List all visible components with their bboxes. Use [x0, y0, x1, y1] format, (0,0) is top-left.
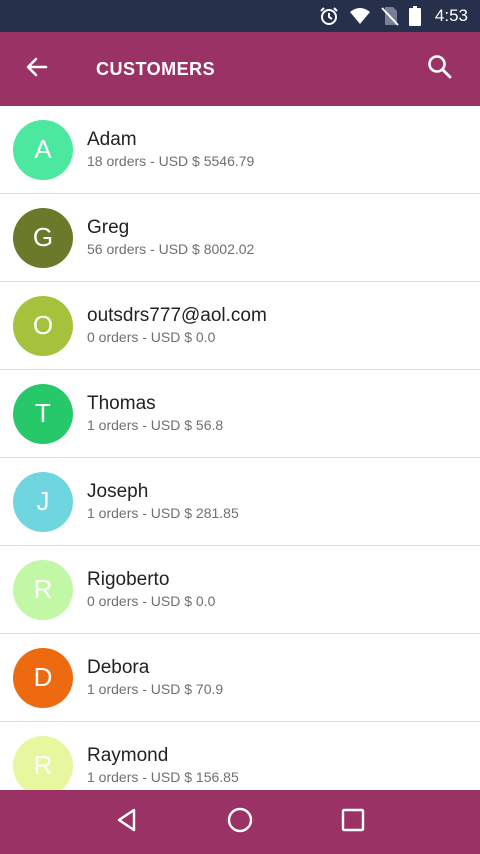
- nav-back-button[interactable]: [97, 792, 157, 852]
- avatar: A: [13, 119, 73, 180]
- customer-summary: 0 orders - USD $ 0.0: [87, 593, 216, 609]
- list-item[interactable]: T Thomas 1 orders - USD $ 56.8: [0, 370, 480, 458]
- customer-summary: 1 orders - USD $ 70.9: [87, 681, 224, 697]
- customer-name: Debora: [87, 657, 150, 678]
- customer-name: Rigoberto: [87, 569, 170, 590]
- avatar: G: [13, 207, 73, 268]
- avatar: D: [13, 647, 73, 708]
- customer-info: outsdrs777@aol.com 0 orders - USD $ 0.0: [87, 305, 267, 346]
- status-time: 4:53: [434, 6, 468, 25]
- back-triangle-icon: [114, 807, 140, 838]
- customer-list[interactable]: A Adam 18 orders - USD $ 5546.79 G Greg …: [0, 106, 480, 790]
- avatar: R: [13, 735, 73, 790]
- customer-summary: 1 orders - USD $ 156.85: [87, 769, 239, 785]
- customer-info: Adam 18 orders - USD $ 5546.79: [87, 129, 254, 170]
- recents-square-icon: [340, 807, 366, 838]
- no-sim-icon: [381, 6, 399, 26]
- list-item[interactable]: R Raymond 1 orders - USD $ 156.85: [0, 722, 480, 790]
- customer-info: Rigoberto 0 orders - USD $ 0.0: [87, 569, 215, 610]
- search-button[interactable]: [400, 32, 480, 106]
- alarm-icon: [319, 6, 339, 26]
- arrow-left-icon: [25, 55, 49, 84]
- customer-summary: 56 orders - USD $ 8002.02: [87, 241, 255, 257]
- avatar: T: [13, 383, 73, 444]
- battery-icon: [408, 6, 421, 26]
- customer-name: Raymond: [87, 745, 169, 766]
- list-item[interactable]: O outsdrs777@aol.com 0 orders - USD $ 0.…: [0, 282, 480, 370]
- customer-info: Greg 56 orders - USD $ 8002.02: [87, 217, 254, 258]
- customer-name: Thomas: [87, 393, 156, 414]
- customer-name: Adam: [87, 129, 137, 150]
- customer-info: Debora 1 orders - USD $ 70.9: [87, 657, 223, 698]
- avatar: R: [13, 559, 73, 620]
- app-bar: CUSTOMERS: [0, 32, 480, 106]
- page-title: CUSTOMERS: [96, 58, 216, 79]
- list-item[interactable]: J Joseph 1 orders - USD $ 281.85: [0, 458, 480, 546]
- back-button[interactable]: [0, 32, 74, 106]
- list-item[interactable]: G Greg 56 orders - USD $ 8002.02: [0, 194, 480, 282]
- avatar: O: [13, 295, 73, 356]
- customer-name: Greg: [87, 217, 130, 238]
- customer-name: Joseph: [87, 481, 149, 502]
- list-item[interactable]: D Debora 1 orders - USD $ 70.9: [0, 634, 480, 722]
- customer-info: Thomas 1 orders - USD $ 56.8: [87, 393, 223, 434]
- list-item[interactable]: R Rigoberto 0 orders - USD $ 0.0: [0, 546, 480, 634]
- customer-summary: 18 orders - USD $ 5546.79: [87, 153, 255, 169]
- nav-recents-button[interactable]: [323, 792, 383, 852]
- wifi-icon: [349, 7, 371, 25]
- customer-summary: 1 orders - USD $ 56.8: [87, 417, 224, 433]
- search-icon: [427, 54, 453, 85]
- customer-summary: 1 orders - USD $ 281.85: [87, 505, 239, 521]
- status-bar: 4:53: [0, 0, 480, 32]
- home-circle-icon: [226, 806, 254, 839]
- customer-name: outsdrs777@aol.com: [87, 305, 267, 326]
- nav-home-button[interactable]: [210, 792, 270, 852]
- customer-info: Joseph 1 orders - USD $ 281.85: [87, 481, 239, 522]
- avatar: J: [13, 471, 73, 532]
- customer-info: Raymond 1 orders - USD $ 156.85: [87, 745, 239, 786]
- navigation-bar: [0, 790, 480, 854]
- customer-summary: 0 orders - USD $ 0.0: [87, 329, 216, 345]
- list-item[interactable]: A Adam 18 orders - USD $ 5546.79: [0, 106, 480, 194]
